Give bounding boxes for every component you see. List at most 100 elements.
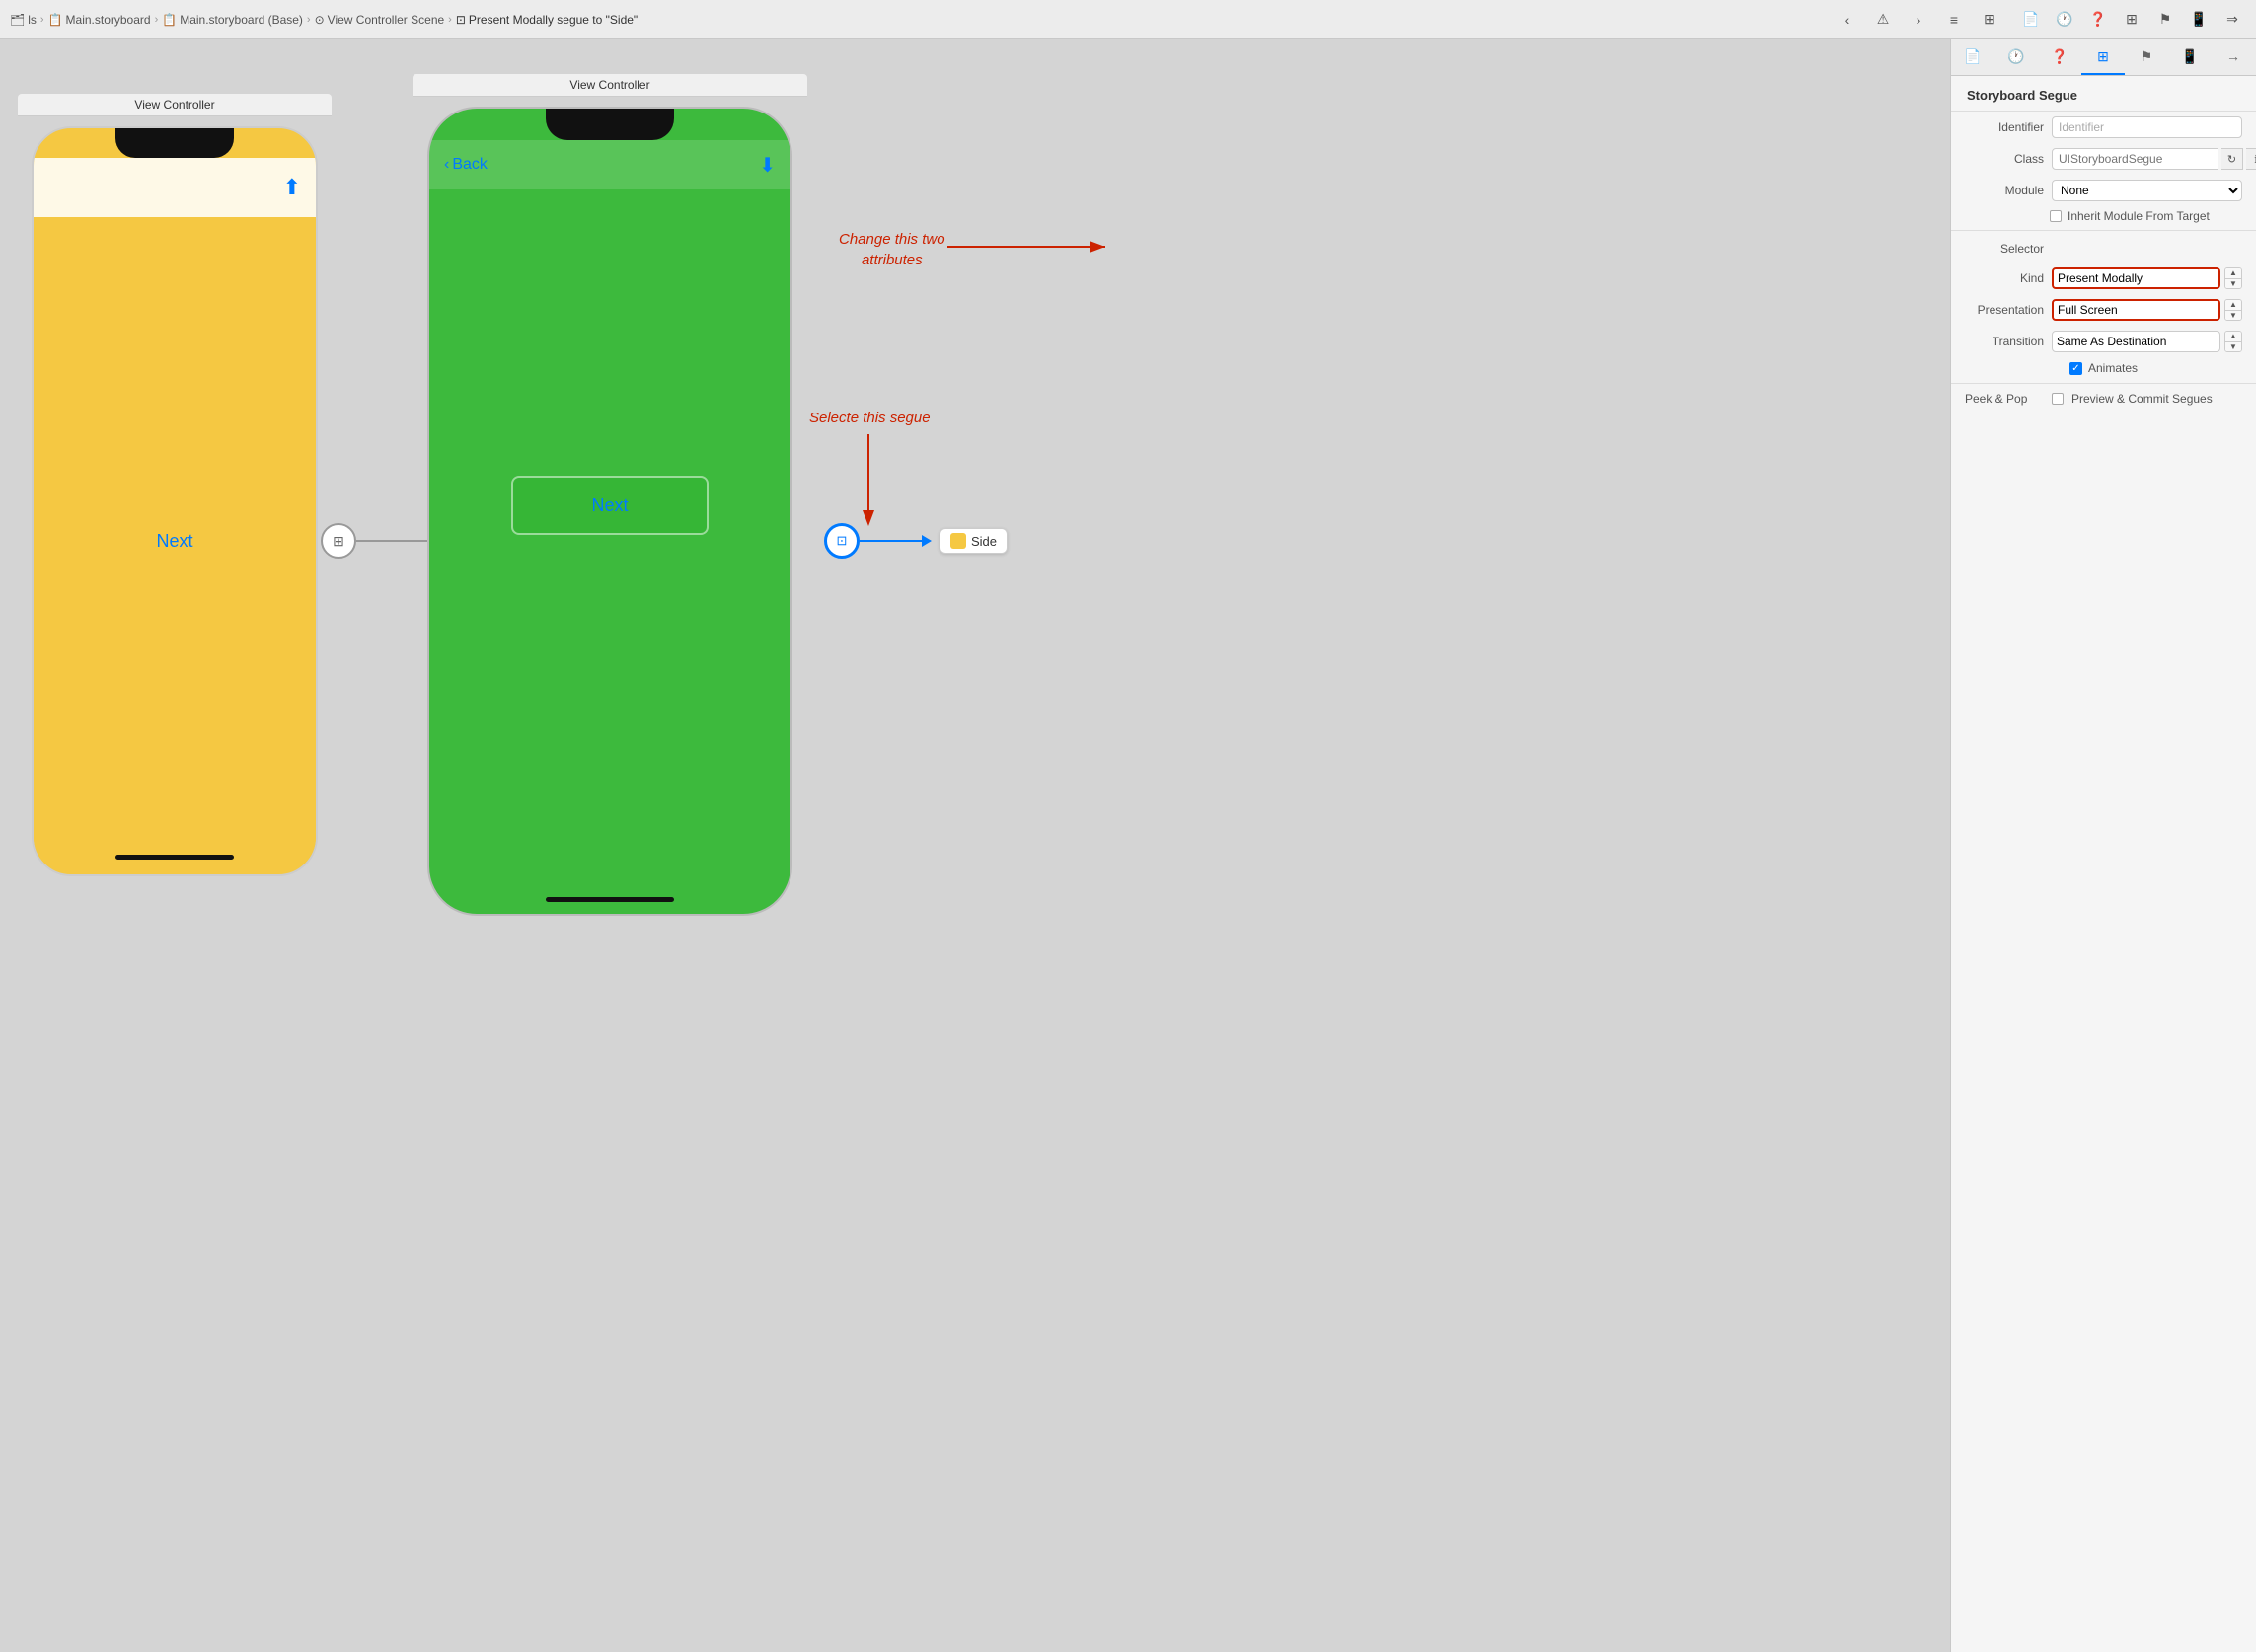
class-input[interactable]	[2052, 148, 2218, 170]
breadcrumb-item-scene[interactable]: ⊙ View Controller Scene	[315, 13, 445, 27]
presentation-stepper-down[interactable]: ▼	[2225, 311, 2241, 321]
panel-row-kind: Kind Present Modally ▲ ▼	[1951, 263, 2256, 294]
transition-stepper-up[interactable]: ▲	[2225, 332, 2241, 342]
transition-stepper[interactable]: ▲ ▼	[2224, 331, 2242, 352]
breadcrumb-item-ls[interactable]: 🗂 ls	[10, 13, 37, 27]
panel-tab-device[interactable]: 📱	[2168, 39, 2212, 75]
module-row: None	[2052, 180, 2242, 201]
inherit-label: Inherit Module From Target	[2068, 209, 2210, 223]
mid-next-button[interactable]: Next	[511, 476, 709, 535]
library-toolbar-icon[interactable]: ⊞	[2118, 6, 2145, 34]
storyboard-icon: 📋	[48, 13, 63, 27]
animates-checkbox[interactable]: ✓	[2069, 362, 2082, 375]
toolbar-icons: ‹ ⚠ › ≡ ⊞	[1834, 6, 2003, 34]
storyboard-base-icon: 📋	[162, 13, 177, 27]
presentation-label: Presentation	[1965, 303, 2044, 317]
canvas-area: View Controller ⬆ Next ⊞ View	[0, 39, 1950, 1652]
presentation-stepper[interactable]: ▲ ▼	[2224, 299, 2242, 321]
animates-label: Animates	[2088, 361, 2138, 375]
animates-row: ✓ Animates	[1951, 357, 2256, 379]
annotation-arrow-1	[947, 217, 1145, 296]
annotation-select-segue: Selecte this segue	[809, 410, 931, 426]
panel-tabs: 📄 🕐 ❓ ⊞ ⚑ 📱 →	[1951, 39, 2256, 76]
module-select[interactable]: None	[2052, 180, 2242, 201]
transition-select-row: Same As Destination ▲ ▼	[2052, 331, 2242, 352]
class-info-button[interactable]: ℹ	[2246, 148, 2256, 170]
mid-vc-header: View Controller	[413, 74, 807, 97]
transition-stepper-down[interactable]: ▼	[2225, 342, 2241, 352]
flag-toolbar-icon[interactable]: ⚑	[2151, 6, 2179, 34]
nav-warning-button[interactable]: ⚠	[1869, 6, 1897, 34]
presentation-stepper-up[interactable]: ▲	[2225, 300, 2241, 311]
panel-tab-library[interactable]: ⊞	[2081, 39, 2125, 75]
panel-row-identifier: Identifier	[1951, 112, 2256, 143]
left-vc-header: View Controller	[18, 94, 332, 116]
nav-grid-button[interactable]: ⊞	[1976, 6, 2003, 34]
clock-toolbar-icon[interactable]: 🕐	[2051, 6, 2078, 34]
kind-stepper[interactable]: ▲ ▼	[2224, 267, 2242, 289]
right-segue-icon: ⊡	[824, 523, 860, 559]
panel-tab-help[interactable]: ❓	[2038, 39, 2081, 75]
breadcrumb-item-main-storyboard[interactable]: 📋 Main.storyboard	[48, 13, 151, 27]
annotation-change-attributes: Change this two attributes	[839, 229, 945, 270]
back-chevron-icon: ‹	[444, 156, 449, 174]
mid-phone-content: Next	[429, 189, 790, 821]
class-refresh-button[interactable]: ↻	[2221, 148, 2243, 170]
breadcrumb-sep-4: ›	[448, 14, 452, 26]
panel-tab-forward[interactable]: →	[2212, 39, 2255, 75]
main-area: View Controller ⬆ Next ⊞ View	[0, 39, 2256, 1652]
right-panel: 📄 🕐 ❓ ⊞ ⚑ 📱 → Storyboard Segue Identifie…	[1950, 39, 2256, 1652]
mid-phone-body: ‹ Back ⬇ Next	[427, 107, 792, 916]
breadcrumb: 🗂 ls › 📋 Main.storyboard › 📋 Main.storyb…	[10, 13, 1828, 27]
presentation-select-row: Full Screen ▲ ▼	[2052, 299, 2242, 321]
breadcrumb-item-segue[interactable]: ⊡ Present Modally segue to "Side"	[456, 13, 638, 27]
kind-stepper-down[interactable]: ▼	[2225, 279, 2241, 289]
left-vc-container: View Controller ⬆ Next	[18, 94, 332, 886]
identifier-label: Identifier	[1965, 120, 2044, 134]
side-badge: Side	[940, 528, 1008, 554]
kind-stepper-up[interactable]: ▲	[2225, 268, 2241, 279]
right-segue-area[interactable]: ⊡ Side	[824, 523, 1008, 559]
panel-row-transition: Transition Same As Destination ▲ ▼	[1951, 326, 2256, 357]
forward-toolbar-icon[interactable]: ⇒	[2218, 6, 2246, 34]
divider-2	[1951, 383, 2256, 384]
divider-1	[1951, 230, 2256, 231]
left-phone-body: ⬆ Next	[32, 126, 318, 876]
kind-select[interactable]: Present Modally	[2052, 267, 2220, 289]
right-segue-line	[860, 540, 924, 542]
toolbar: 🗂 ls › 📋 Main.storyboard › 📋 Main.storyb…	[0, 0, 2256, 39]
help-toolbar-icon[interactable]: ❓	[2084, 6, 2112, 34]
breadcrumb-item-main-storyboard-base[interactable]: 📋 Main.storyboard (Base)	[162, 13, 303, 27]
share-icon: ⬆	[283, 175, 301, 200]
segue-icon: ⊡	[456, 13, 466, 27]
identifier-input[interactable]	[2052, 116, 2242, 138]
nav-forward-button[interactable]: ›	[1905, 6, 1932, 34]
scene-icon: ⊙	[315, 13, 325, 27]
transition-label: Transition	[1965, 335, 2044, 348]
presentation-select[interactable]: Full Screen	[2052, 299, 2220, 321]
nav-menu-button[interactable]: ≡	[1940, 6, 1968, 34]
peek-pop-row: Peek & Pop Preview & Commit Segues	[1951, 388, 2256, 410]
left-segue-icon: ⊞	[321, 523, 356, 559]
folder-icon: 🗂	[10, 13, 25, 27]
breadcrumb-sep-2: ›	[155, 14, 159, 26]
nav-back-button[interactable]: ‹	[1834, 6, 1861, 34]
peek-pop-checkbox[interactable]	[2052, 393, 2064, 405]
file-toolbar-icon[interactable]: 📄	[2017, 6, 2045, 34]
transition-select[interactable]: Same As Destination	[2052, 331, 2220, 352]
module-label: Module	[1965, 184, 2044, 197]
panel-tab-clock[interactable]: 🕐	[1994, 39, 2038, 75]
device-toolbar-icon[interactable]: 📱	[2185, 6, 2213, 34]
breadcrumb-sep-1: ›	[40, 14, 44, 26]
panel-tab-file[interactable]: 📄	[1951, 39, 1994, 75]
mid-phone-nav-bar: ‹ Back ⬇	[429, 140, 790, 189]
inherit-checkbox[interactable]	[2050, 210, 2062, 222]
kind-select-row: Present Modally ▲ ▼	[2052, 267, 2242, 289]
class-label: Class	[1965, 152, 2044, 166]
back-button[interactable]: ‹ Back	[444, 156, 488, 174]
peek-pop-label: Peek & Pop	[1965, 392, 2044, 406]
class-row: ↻ ℹ ▼	[2052, 148, 2256, 170]
left-next-label: Next	[156, 531, 192, 552]
preview-commit-label: Preview & Commit Segues	[2071, 392, 2213, 406]
panel-tab-flag[interactable]: ⚑	[2125, 39, 2168, 75]
